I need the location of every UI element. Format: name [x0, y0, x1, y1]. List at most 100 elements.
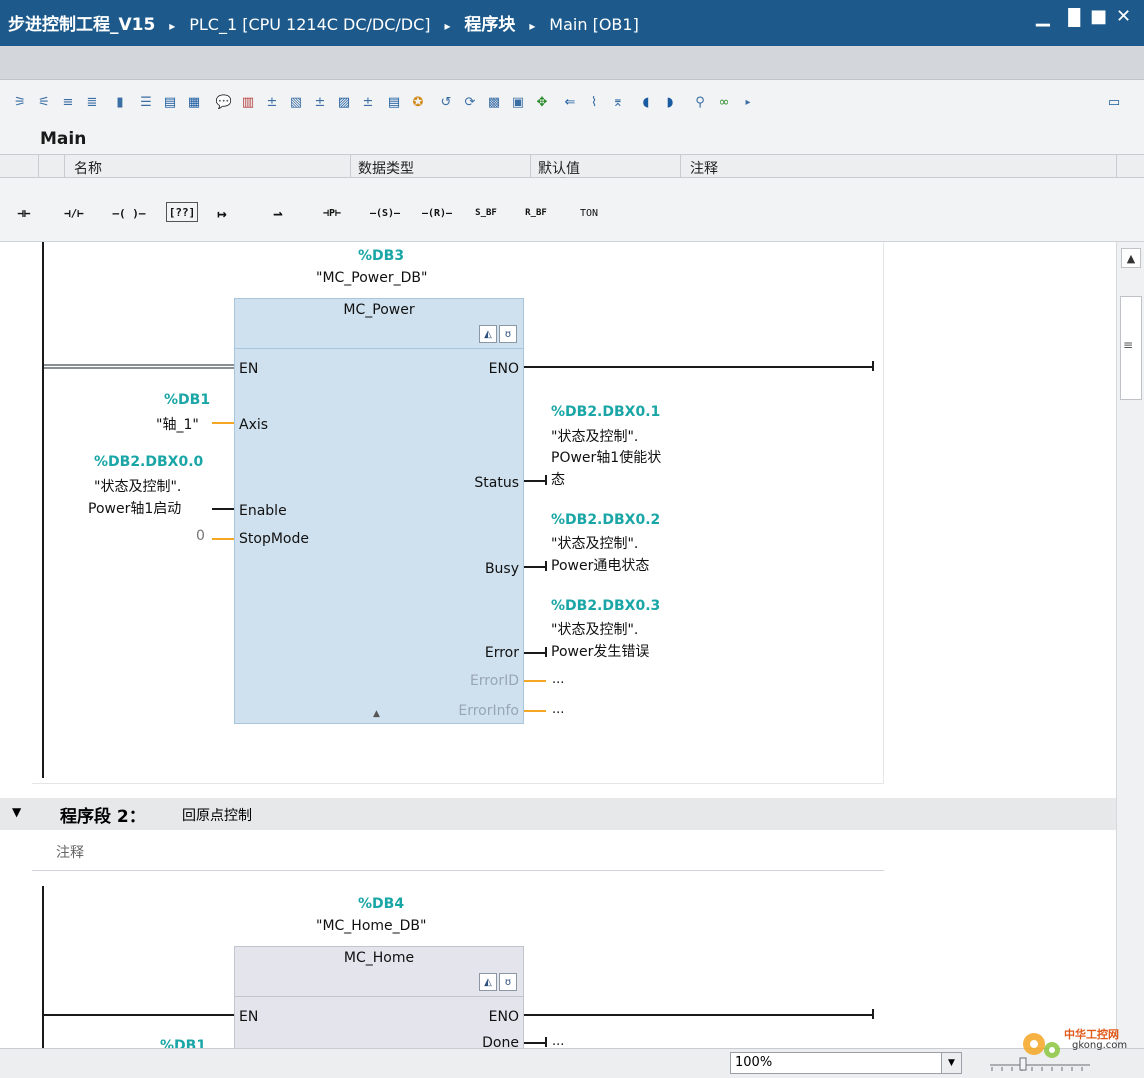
- reset-coil-icon[interactable]: –(R)–: [414, 202, 460, 224]
- no-contact-icon[interactable]: ⊣⊢: [6, 202, 42, 224]
- more-arrow-icon[interactable]: ▸: [738, 92, 758, 112]
- add-row-icon[interactable]: ≣: [82, 92, 102, 112]
- watch-icon[interactable]: ⚲: [690, 92, 710, 112]
- status-operand-line3[interactable]: 态: [551, 469, 565, 489]
- busy-address[interactable]: %DB2.DBX0.2: [551, 512, 660, 528]
- reset-icon[interactable]: ✥: [532, 92, 552, 112]
- maximize-icon[interactable]: ■: [1090, 6, 1107, 27]
- enable-operand-line2[interactable]: Power轴1启动: [88, 498, 181, 518]
- ton-timer-icon[interactable]: TON: [566, 202, 612, 224]
- ladder-editor[interactable]: %DB3 "MC_Power_DB" MC_Power ◭ ʊ EN Axis …: [0, 242, 1116, 1048]
- restore-icon[interactable]: ▐▌: [1062, 8, 1087, 27]
- zoom-select[interactable]: 100% ▼: [730, 1052, 962, 1074]
- snapshot-icon[interactable]: ▩: [484, 92, 504, 112]
- errorinfo-wire: [524, 710, 546, 712]
- column-comment[interactable]: 注释: [690, 158, 718, 178]
- status-operand-line1[interactable]: "状态及控制".: [551, 426, 638, 446]
- instance-db-4-name[interactable]: "MC_Home_DB": [316, 918, 426, 934]
- column-name[interactable]: 名称: [74, 158, 102, 178]
- delete-network-icon[interactable]: ⚟: [34, 92, 54, 112]
- tag-info-2-icon[interactable]: ±: [310, 92, 330, 112]
- axis-address[interactable]: %DB1: [164, 392, 210, 408]
- vertical-scrollbar[interactable]: ▲ ≡: [1116, 242, 1144, 1048]
- instance-db-icon[interactable]: ◭: [479, 973, 497, 991]
- mc-power-block[interactable]: MC_Power ◭ ʊ EN Axis Enable StopMode ENO…: [234, 298, 524, 724]
- pin-stopmode: StopMode: [239, 531, 309, 547]
- busy-operand-line2[interactable]: Power通电状态: [551, 555, 649, 575]
- insert-network-icon[interactable]: ⚞: [10, 92, 30, 112]
- help-icon[interactable]: ʊ: [499, 325, 517, 343]
- tag-info-icon[interactable]: ▧: [286, 92, 306, 112]
- enable-address[interactable]: %DB2.DBX0.0: [94, 454, 203, 470]
- comments-icon[interactable]: 💬: [214, 92, 234, 112]
- axis-operand[interactable]: "轴_1": [156, 414, 199, 434]
- collapse-network-icon[interactable]: ▼: [12, 805, 21, 819]
- p-contact-icon[interactable]: ⊣P⊢: [310, 202, 354, 224]
- set-field-icon[interactable]: S_BF: [464, 202, 508, 224]
- network-2-header[interactable]: ▼ 程序段 2： 回原点控制: [0, 798, 1116, 830]
- branch-close-icon[interactable]: ⇀: [262, 202, 294, 224]
- column-data-type[interactable]: 数据类型: [358, 158, 414, 178]
- axis-address-2[interactable]: %DB1: [160, 1038, 206, 1048]
- load-icon[interactable]: ▣: [508, 92, 528, 112]
- scroll-up-icon[interactable]: ▲: [1121, 248, 1141, 268]
- zoom-dropdown-icon[interactable]: ▼: [941, 1053, 961, 1073]
- instance-db-icon[interactable]: ◭: [479, 325, 497, 343]
- favorites-icon[interactable]: ▥: [238, 92, 258, 112]
- jump-icon[interactable]: ⇐: [560, 92, 580, 112]
- watermark-logo: 中华工控网 gkong.com: [1012, 1022, 1144, 1062]
- reset-field-icon[interactable]: R_BF: [514, 202, 558, 224]
- plc-icon[interactable]: ▮: [110, 92, 130, 112]
- instance-db-address[interactable]: %DB3: [358, 248, 404, 264]
- goto-icon[interactable]: ↺: [436, 92, 456, 112]
- coil-icon[interactable]: –( )–: [106, 202, 152, 224]
- monitor-list-icon[interactable]: ▤: [384, 92, 404, 112]
- step-icon[interactable]: ⌇: [584, 92, 604, 112]
- status-operand-line2[interactable]: POwer轴1使能状: [551, 447, 661, 467]
- set-coil-icon[interactable]: –(S)–: [362, 202, 408, 224]
- call-hierarchy-icon[interactable]: ▨: [334, 92, 354, 112]
- breadcrumb-project[interactable]: 步进控制工程_V15: [8, 15, 155, 35]
- breadcrumb-program-blocks[interactable]: 程序块: [464, 15, 515, 35]
- busy-operand-line1[interactable]: "状态及控制".: [551, 533, 638, 553]
- branch-open-icon[interactable]: ↦: [206, 202, 238, 224]
- errorid-value[interactable]: ...: [552, 672, 564, 687]
- network-2-subtitle[interactable]: 回原点控制: [182, 805, 252, 825]
- error-address[interactable]: %DB2.DBX0.3: [551, 598, 660, 614]
- link-icon[interactable]: ⟳: [460, 92, 480, 112]
- collapse-networks-icon[interactable]: ▦: [184, 92, 204, 112]
- absolute-operands-icon[interactable]: ☰: [136, 92, 156, 112]
- mc-home-block[interactable]: MC_Home ◭ ʊ EN ENO Done: [234, 946, 524, 1048]
- breakpoint-2-icon[interactable]: ◗: [660, 92, 680, 112]
- empty-box-icon[interactable]: [??]: [166, 202, 198, 222]
- column-default-value[interactable]: 默认值: [538, 158, 580, 178]
- network-2-comment[interactable]: 注释: [56, 842, 84, 862]
- error-operand-line2[interactable]: Power发生错误: [551, 641, 649, 661]
- nc-contact-icon[interactable]: ⊣/⊢: [54, 202, 94, 224]
- close-icon[interactable]: ✕: [1116, 6, 1131, 27]
- collapse-arrow-icon[interactable]: ▲: [373, 709, 380, 719]
- step-over-icon[interactable]: ⌆: [608, 92, 628, 112]
- instance-db-4-address[interactable]: %DB4: [358, 896, 404, 912]
- breadcrumb-plc[interactable]: PLC_1 [CPU 1214C DC/DC/DC]: [189, 15, 430, 34]
- stopmode-value[interactable]: 0: [196, 528, 205, 544]
- highlight-icon[interactable]: ✪: [408, 92, 428, 112]
- minimize-icon[interactable]: ▁: [1036, 6, 1050, 27]
- monitor-icon[interactable]: ∞: [714, 92, 734, 112]
- breadcrumb-main[interactable]: Main [OB1]: [549, 15, 639, 34]
- error-operand-line1[interactable]: "状态及控制".: [551, 619, 638, 639]
- breakpoint-icon[interactable]: ◖: [636, 92, 656, 112]
- insert-row-icon[interactable]: ≡: [58, 92, 78, 112]
- status-wire: [524, 480, 546, 482]
- help-icon[interactable]: ʊ: [499, 973, 517, 991]
- instance-db-name[interactable]: "MC_Power_DB": [316, 270, 427, 286]
- done-value[interactable]: ...: [552, 1034, 564, 1048]
- network-list-icon[interactable]: ▤: [160, 92, 180, 112]
- call-toggle-icon[interactable]: ±: [358, 92, 378, 112]
- pin-errorid: ErrorID: [469, 673, 519, 689]
- status-address[interactable]: %DB2.DBX0.1: [551, 404, 660, 420]
- errorinfo-value[interactable]: ...: [552, 702, 564, 717]
- operand-display-icon[interactable]: ±: [262, 92, 282, 112]
- panel-toggle-icon[interactable]: ▭: [1104, 92, 1124, 112]
- enable-operand-line1[interactable]: "状态及控制".: [94, 476, 181, 496]
